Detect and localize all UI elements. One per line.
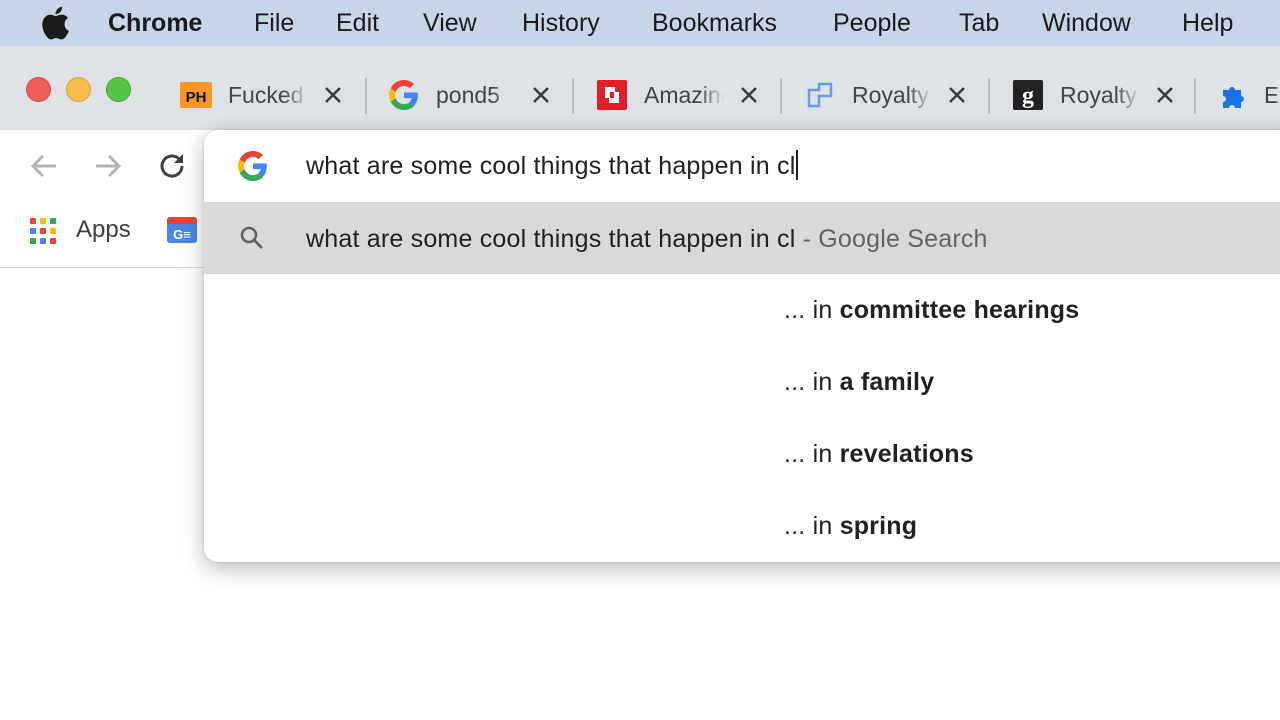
tab-title: pond5 [436,81,500,108]
apple-logo-icon[interactable] [40,6,70,40]
tab-close-icon[interactable] [1154,84,1176,106]
tab-title: Royalty [1060,81,1137,108]
menu-window[interactable]: Window [1042,0,1131,46]
puzzle-icon [1218,79,1250,111]
suggestion-prefix: ... in [784,440,840,468]
window-zoom-button[interactable] [106,77,131,102]
suggestion-row[interactable]: ... in committee hearings [784,274,1079,346]
suggestion-query: what are some cool things that happen in… [306,225,796,253]
browser-tab[interactable]: g Royalty [1012,72,1176,118]
menu-help[interactable]: Help [1182,0,1233,46]
google-g-icon [388,79,420,111]
svg-text:PH: PH [186,89,207,106]
svg-text:g: g [1022,83,1034,109]
suggestion-source: - Google Search [802,225,988,253]
shutterstock-icon [596,79,628,111]
tab-close-icon[interactable] [322,84,344,106]
google-g-icon [238,151,267,181]
tab-title: Fucked [228,81,304,108]
apps-grid-icon[interactable] [30,218,56,244]
menu-file[interactable]: File [254,0,294,46]
tab-close-icon[interactable] [738,84,760,106]
omnibox-input[interactable]: what are some cool things that happen in… [204,130,1280,202]
browser-tab[interactable]: Amazing [596,72,760,118]
tab-close-icon[interactable] [530,84,552,106]
omnibox-text-wrapper: what are some cool things that happen in… [306,148,799,184]
browser-tab[interactable]: Royalty [804,72,968,118]
suggestion-text-wrapper: what are some cool things that happen in… [306,221,988,257]
text-caret [796,150,799,180]
menu-bookmarks[interactable]: Bookmarks [652,0,777,46]
suggestion-row[interactable]: ... in a family [784,346,934,418]
browser-tab[interactable]: E [1218,72,1280,118]
window-minimize-button[interactable] [66,77,91,102]
google-sheets-bookmark-icon[interactable]: G≡ [166,214,198,246]
tab-title: E [1264,81,1280,108]
tab-title: Royalty [852,81,929,108]
arrow-left-icon [30,154,56,178]
suggestion-prefix: ... in [784,368,840,396]
suggestion-completion: a family [839,368,935,396]
reload-icon [160,154,184,178]
tab-separator [572,78,574,114]
reload-button[interactable] [152,146,192,186]
suggestion-row-selected[interactable]: what are some cool things that happen in… [204,202,1280,274]
browser-tab[interactable]: pond5 [388,72,552,118]
suggestion-prefix: ... in [784,296,840,324]
menu-tab[interactable]: Tab [959,0,999,46]
search-icon [240,226,263,249]
menu-people[interactable]: People [833,0,911,46]
menu-history[interactable]: History [522,0,600,46]
tab-title: Amazing [644,81,724,108]
svg-text:G≡: G≡ [173,227,191,242]
tab-separator [988,78,990,114]
suggestion-prefix: ... in [784,512,840,540]
back-button[interactable] [24,146,64,186]
macos-menu-bar: Chrome File Edit View History Bookmarks … [0,0,1280,46]
suggestion-completion: committee hearings [839,296,1080,324]
pond-flag-icon [804,79,836,111]
ph-icon: PH [180,79,212,111]
arrow-right-icon [96,154,122,178]
suggestion-row[interactable]: ... in spring [784,490,917,562]
suggestion-completion: revelations [839,440,974,468]
menu-edit[interactable]: Edit [336,0,379,46]
tab-close-icon[interactable] [946,84,968,106]
tab-separator [365,78,367,114]
window-close-button[interactable] [26,77,51,102]
omnibox-dropdown: what are some cool things that happen in… [204,130,1280,562]
suggestion-row[interactable]: ... in revelations [784,418,974,490]
suggestion-completion: spring [839,512,918,540]
tab-separator [1194,78,1196,114]
g-letter-icon: g [1012,79,1044,111]
menu-view[interactable]: View [423,0,477,46]
forward-button[interactable] [88,146,128,186]
menu-app-name[interactable]: Chrome [108,0,202,46]
apps-bookmark-label[interactable]: Apps [76,214,131,246]
tab-separator [780,78,782,114]
browser-tab[interactable]: PH Fucked [180,72,344,118]
omnibox-input-value: what are some cool things that happen in… [306,152,796,180]
